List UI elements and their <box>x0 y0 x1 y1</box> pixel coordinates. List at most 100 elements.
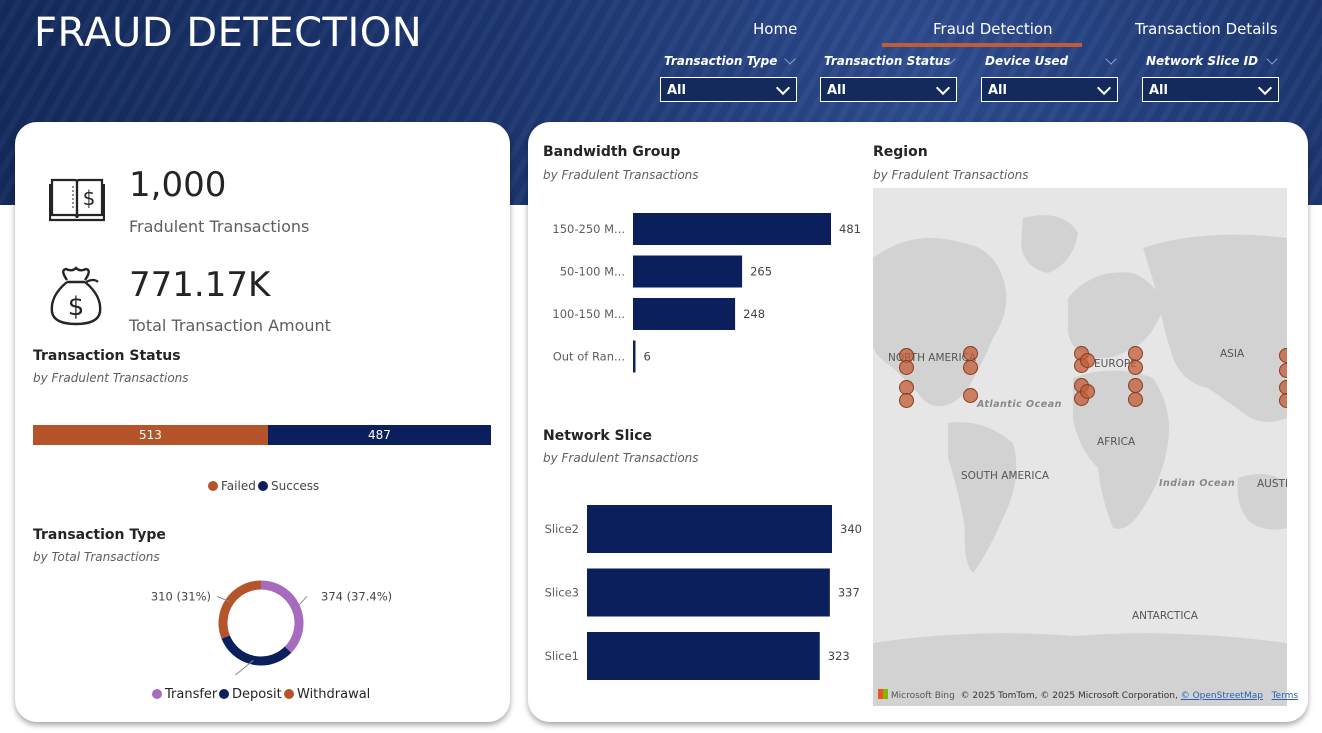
map-bubble[interactable] <box>1128 378 1143 393</box>
filter-value: All <box>1149 83 1168 98</box>
filter-network-slice-id[interactable]: All <box>1142 77 1279 102</box>
map-label-asia: ASIA <box>1220 348 1245 360</box>
network-slice-title: Network Slice <box>543 428 653 444</box>
bar-50-100-m-[interactable] <box>633 255 743 288</box>
legend-dot-transfer <box>152 689 162 699</box>
nav-fraud-detection[interactable]: Fraud Detection <box>933 20 1053 38</box>
openstreetmap-link[interactable]: © OpenStreetMap <box>1181 691 1263 701</box>
bar-value-label: 340 <box>840 522 862 536</box>
map-bubble[interactable] <box>963 360 978 375</box>
legend-success: Success <box>258 479 319 493</box>
filter-transaction-status[interactable]: All <box>820 77 957 102</box>
legend-failed: Failed <box>208 479 256 493</box>
legend-label: Deposit <box>232 687 282 702</box>
nav-transaction-details[interactable]: Transaction Details <box>1135 20 1278 38</box>
bar-category-label: 150-250 M... <box>552 222 625 236</box>
legend-transfer: Transfer <box>152 687 217 702</box>
map-label-atlantic: Atlantic Ocean <box>977 399 1062 410</box>
bar-category-label: 100-150 M... <box>552 307 625 321</box>
donut-data-label: 374 (37.4%) <box>321 589 392 603</box>
svg-text:$: $ <box>68 292 85 322</box>
bar-slice1[interactable] <box>587 632 820 680</box>
page-title: FRAUD DETECTION <box>34 10 423 56</box>
world-landmass <box>873 215 1287 706</box>
map-attribution: Microsoft Bing © 2025 TomTom, © 2025 Mic… <box>878 689 1298 701</box>
legend-label: Transfer <box>165 687 218 702</box>
legend-label: Withdrawal <box>297 687 371 702</box>
region-subtitle: by Fradulent Transactions <box>873 168 1029 182</box>
map-bubble[interactable] <box>899 393 914 408</box>
map-bubble[interactable] <box>1279 393 1287 408</box>
region-map[interactable]: NORTH AMERICA EUROPE ASIA AFRICA SOUTH A… <box>873 188 1287 706</box>
filter-value: All <box>827 83 846 98</box>
donut-slice-withdrawal[interactable] <box>218 580 262 639</box>
filter-value: All <box>988 83 1007 98</box>
bar-value-label: 337 <box>838 586 860 600</box>
map-label-antarctica: ANTARCTICA <box>1132 610 1198 622</box>
terms-link[interactable]: Terms <box>1272 691 1299 701</box>
bar-100-150-m-[interactable] <box>633 298 736 330</box>
filter-device-used[interactable]: All <box>981 77 1118 102</box>
map-bubble[interactable] <box>1128 360 1143 375</box>
network-slice-subtitle: by Fradulent Transactions <box>543 451 699 465</box>
svg-text:$: $ <box>83 186 96 210</box>
kpi-total-amount: 771.17K <box>129 265 271 305</box>
bandwidth-title: Bandwidth Group <box>543 144 681 160</box>
legend-dot-deposit <box>219 689 229 699</box>
transaction-status-chart: 513 487 <box>33 425 491 445</box>
filter-label-device-used: Device Used <box>985 54 1069 68</box>
active-nav-indicator <box>882 43 1082 47</box>
attribution-text: © 2025 TomTom, © 2025 Microsoft Corporat… <box>960 691 1178 701</box>
donut-data-label: 310 (31%) <box>151 589 211 603</box>
money-bag-icon: $ <box>50 266 102 326</box>
filter-label-network-slice-id: Network Slice ID <box>1146 54 1259 68</box>
bandwidth-subtitle: by Fradulent Transactions <box>543 168 699 182</box>
map-bubble[interactable] <box>1080 384 1095 399</box>
map-bubble[interactable] <box>1080 353 1095 368</box>
bar-value-label: 248 <box>743 307 765 321</box>
filter-transaction-type[interactable]: All <box>660 77 797 102</box>
map-label-south-america: SOUTH AMERICA <box>961 470 1050 482</box>
bar-slice2[interactable] <box>587 505 832 553</box>
map-bubble[interactable] <box>1128 346 1143 361</box>
bar-category-label: Slice3 <box>545 586 579 600</box>
bing-brand: Microsoft Bing <box>890 691 955 701</box>
kpi-fraud-count: 1,000 <box>129 165 227 205</box>
kpi-fraud-count-label: Fradulent Transactions <box>129 217 310 236</box>
bar-category-label: Out of Ran... <box>553 350 625 364</box>
network-slice-bar-chart: Slice2 340 Slice3 337 Slice1 323 <box>545 505 862 680</box>
map-bubble[interactable] <box>899 360 914 375</box>
legend-deposit: Deposit <box>219 687 282 702</box>
bandwidth-bar-chart: 150-250 M... 481 50-100 M... 265 100-150 M..… <box>552 213 861 373</box>
bar-value-label: 6 <box>643 350 650 364</box>
legend-dot-success <box>258 481 268 491</box>
bar-value-label: 481 <box>839 222 861 236</box>
nav-home[interactable]: Home <box>753 20 797 38</box>
map-bubble[interactable] <box>1128 392 1143 407</box>
bar-150-250-m-[interactable] <box>633 213 831 245</box>
legend-dot-failed <box>208 481 218 491</box>
transaction-type-subtitle: by Total Transactions <box>33 550 160 564</box>
region-title: Region <box>873 144 928 160</box>
transaction-type-title: Transaction Type <box>33 527 166 543</box>
status-bar-value: 487 <box>368 428 391 442</box>
bar-category-label: Slice1 <box>545 649 579 663</box>
microsoft-logo-icon <box>878 689 888 699</box>
transaction-status-subtitle: by Fradulent Transactions <box>33 371 189 385</box>
bar-out-of-ran-[interactable] <box>633 340 636 373</box>
chevron-down-icon <box>775 80 791 96</box>
bar-slice3[interactable] <box>587 568 830 617</box>
donut-slice-transfer[interactable] <box>260 580 304 653</box>
legend-label: Failed <box>221 479 256 493</box>
status-bar-value: 513 <box>139 428 162 442</box>
chevron-down-icon <box>935 80 951 96</box>
map-bubble[interactable] <box>963 346 978 361</box>
map-bubble[interactable] <box>1279 363 1287 378</box>
filter-label-transaction-status: Transaction Status <box>824 54 951 68</box>
map-bubble[interactable] <box>1279 348 1287 363</box>
donut-slice-deposit[interactable] <box>221 635 292 666</box>
bar-category-label: 50-100 M... <box>560 265 625 279</box>
transaction-status-title: Transaction Status <box>33 348 181 364</box>
map-bubble[interactable] <box>963 388 978 403</box>
map-label-africa: AFRICA <box>1097 436 1136 448</box>
